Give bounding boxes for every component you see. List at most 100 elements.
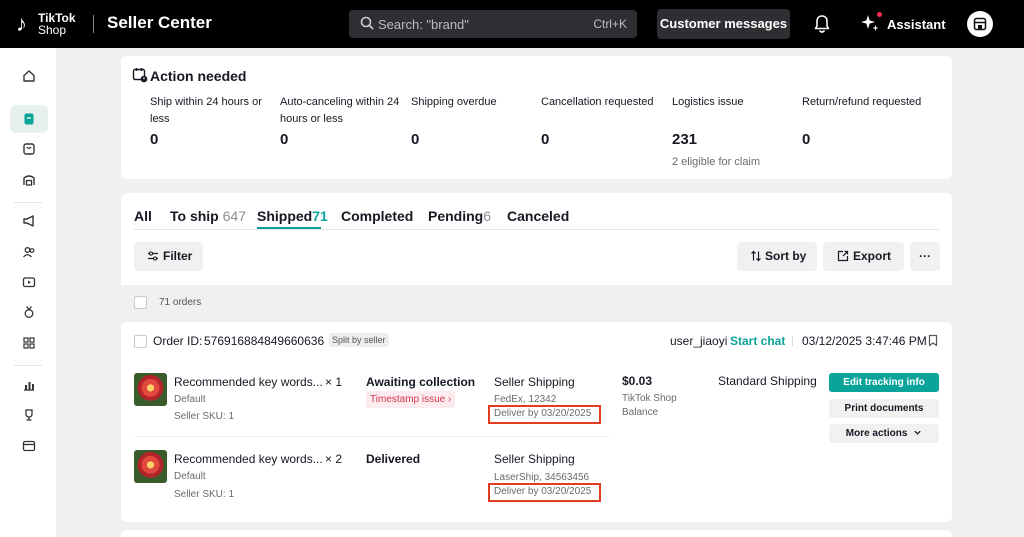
tab-shipped[interactable]: Shipped71 <box>257 208 328 224</box>
next-order-card <box>121 530 952 537</box>
order-id[interactable]: 576916884849660636 <box>204 334 324 348</box>
tab-canceled[interactable]: Canceled <box>507 208 569 224</box>
action-needed-panel: Action needed Ship within 24 hours or le… <box>121 56 952 179</box>
search-shortcut: Ctrl+K <box>593 17 627 31</box>
tab-count: 71 <box>312 208 328 224</box>
sidebar-item-products[interactable] <box>10 135 48 163</box>
product-sku: Seller SKU: 1 <box>174 411 235 422</box>
sidebar-item-analytics[interactable] <box>10 371 48 399</box>
product-name[interactable]: Recommended key words... <box>174 452 323 466</box>
product-variant: Default <box>174 471 206 482</box>
carrier-tracking[interactable]: FedEx, 12342 <box>494 394 556 405</box>
filter-button[interactable]: Filter <box>134 242 203 271</box>
buyer-name[interactable]: user_jiaoyi <box>670 334 727 348</box>
app-title: Seller Center <box>107 13 212 32</box>
sidebar-item-growth[interactable] <box>10 298 48 326</box>
sidebar-item-live-video[interactable] <box>10 268 48 296</box>
export-label: Export <box>853 249 892 263</box>
megaphone-icon <box>23 215 34 227</box>
trophy-icon <box>25 409 33 421</box>
metric-value: 0 <box>411 131 420 148</box>
more-options-button[interactable]: ··· <box>910 242 940 271</box>
product-image[interactable] <box>134 373 167 406</box>
metric-label: Ship within 24 hours or less <box>150 96 262 125</box>
bookmark-icon[interactable] <box>928 334 938 347</box>
product-image[interactable] <box>134 450 167 483</box>
tiktok-shop-logo[interactable]: ♪ TikTok Shop <box>16 10 86 38</box>
sidebar-item-home[interactable] <box>10 62 48 90</box>
order-status: Awaiting collection <box>366 375 476 389</box>
product-quantity: × 1 <box>325 375 343 389</box>
carrier-tracking[interactable]: LaserShip, 34563456 <box>494 472 589 483</box>
sidebar-item-shipping[interactable] <box>10 166 48 194</box>
search-icon <box>360 16 374 30</box>
search-input[interactable]: Search: "brand" Ctrl+K <box>349 10 637 38</box>
filter-label: Filter <box>163 249 193 263</box>
sidebar-item-creators[interactable] <box>10 238 48 266</box>
shipping-icon <box>23 175 35 186</box>
assistant-button[interactable]: Assistant <box>887 17 946 32</box>
order-checkbox[interactable] <box>134 335 147 348</box>
sidebar-item-marketing[interactable] <box>10 207 48 235</box>
tab-label: Shipped <box>257 208 313 224</box>
orders-count: 71 orders <box>159 297 202 308</box>
tab-count: 647 <box>222 208 246 224</box>
page-scrollbar[interactable] <box>1005 48 1024 537</box>
print-documents-button[interactable]: Print documents <box>829 399 939 418</box>
tab-pending[interactable]: Pending6 <box>428 208 491 224</box>
chevron-right-icon: › <box>448 394 452 405</box>
more-actions-label: More actions <box>845 428 908 439</box>
sidebar-item-account-health[interactable] <box>10 401 48 429</box>
edit-tracking-info-button[interactable]: Edit tracking info <box>829 373 939 392</box>
payment-line-1: TikTok Shop <box>622 393 677 404</box>
metric-label: Shipping overdue <box>411 96 497 108</box>
search-placeholder: Search: "brand" <box>378 17 469 32</box>
sidebar-item-orders[interactable] <box>10 105 48 133</box>
tabs-divider <box>134 229 939 230</box>
payment-method: TikTok Shop Balance <box>622 392 692 420</box>
shipping-provider: Seller Shipping <box>494 452 575 466</box>
logo-text-shop: Shop <box>38 23 67 37</box>
customer-messages-button[interactable]: Customer messages <box>657 9 790 39</box>
tab-to-ship[interactable]: To ship 647 <box>170 208 246 224</box>
metric-return-refund[interactable]: Return/refund requested 0 <box>802 94 927 148</box>
store-avatar[interactable] <box>967 11 993 37</box>
chevron-down-icon <box>914 430 921 435</box>
more-actions-button[interactable]: More actions <box>829 424 939 443</box>
sort-icon <box>751 250 761 262</box>
sidebar-item-apps[interactable] <box>10 329 48 357</box>
tab-label: All <box>134 208 152 224</box>
sort-by-button[interactable]: Sort by <box>737 242 817 271</box>
deliver-by-highlight: Deliver by 03/20/2025 <box>488 483 601 502</box>
start-chat-link[interactable]: Start chat <box>730 334 785 348</box>
metric-label: Return/refund requested <box>802 96 922 108</box>
medal-icon <box>24 306 34 318</box>
export-button[interactable]: Export <box>823 242 904 271</box>
metric-value: 231 <box>672 131 698 148</box>
metric-cancellation-requested[interactable]: Cancellation requested 0 <box>541 94 666 148</box>
analytics-icon <box>24 382 34 391</box>
orders-icon <box>24 113 34 125</box>
tab-completed[interactable]: Completed <box>341 208 413 224</box>
tab-all[interactable]: All <box>134 208 152 224</box>
filter-icon <box>148 251 158 261</box>
split-badge: Split by seller <box>329 333 389 347</box>
select-all-checkbox[interactable] <box>134 296 147 309</box>
finance-icon <box>22 440 36 452</box>
metric-ship-within-24h[interactable]: Ship within 24 hours or less 0 <box>150 94 275 148</box>
bell-icon[interactable] <box>812 13 832 35</box>
tab-count: 6 <box>483 208 492 224</box>
deliver-by-date: Deliver by 03/20/2025 <box>494 486 592 497</box>
metric-value: 0 <box>802 131 811 148</box>
sidebar-item-finance[interactable] <box>10 432 48 460</box>
deliver-by-highlight: Deliver by 03/20/2025 <box>488 405 601 424</box>
item-divider <box>134 436 609 437</box>
metric-shipping-overdue[interactable]: Shipping overdue 0 <box>411 94 536 148</box>
metric-logistics-issue[interactable]: Logistics issue 231 2 eligible for claim <box>672 94 797 168</box>
order-card: Order ID: 576916884849660636 Split by se… <box>121 322 952 522</box>
creators-icon <box>23 247 35 258</box>
timestamp-issue-tag[interactable]: Timestamp issue › <box>366 391 456 408</box>
metric-label: Cancellation requested <box>541 96 654 108</box>
product-name[interactable]: Recommended key words... <box>174 375 323 389</box>
metric-auto-canceling[interactable]: Auto-canceling within 24 hours or less 0 <box>280 94 405 148</box>
